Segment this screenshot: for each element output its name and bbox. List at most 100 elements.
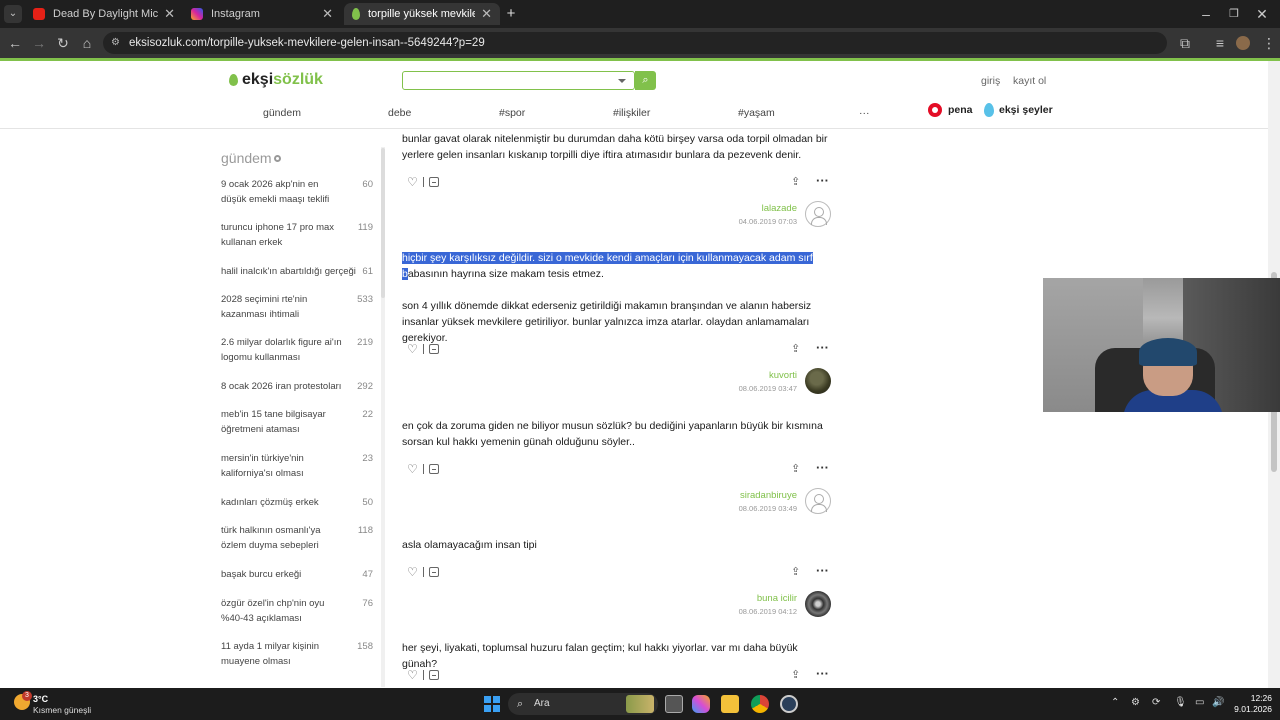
task-view-icon[interactable]	[665, 695, 683, 713]
sidebar-scroll-thumb[interactable]	[381, 148, 385, 298]
sidebar-item[interactable]: başak burcu erkeği 47	[221, 567, 381, 582]
sidebar-item[interactable]: kadınları çözmüş erkek 50	[221, 495, 381, 510]
entry-author[interactable]: lalazade	[707, 203, 797, 214]
media-control-icon[interactable]: ≡	[1211, 34, 1229, 52]
menu-icon[interactable]: ⋮	[1260, 34, 1278, 52]
taskbar-clock[interactable]: 12:26 9.01.2026	[1222, 693, 1272, 715]
search-button[interactable]: ⌕	[635, 71, 656, 90]
favorite-heart-icon[interactable]: ♡	[407, 343, 419, 355]
forward-icon[interactable]: →	[30, 34, 48, 52]
sidebar-item[interactable]: 11 ayda 1 milyar kişinin muayene olması 1…	[221, 639, 381, 669]
profile-avatar-icon[interactable]	[1236, 36, 1250, 50]
favorite-heart-icon[interactable]: ♡	[407, 176, 419, 188]
tray-sync-icon[interactable]: ⟳	[1152, 697, 1160, 708]
downvote-icon[interactable]	[429, 670, 439, 680]
downvote-icon[interactable]	[429, 344, 439, 354]
entry-date[interactable]: 08.06.2019 03:49	[707, 504, 797, 513]
pena-link[interactable]: pena	[928, 103, 973, 117]
sidebar-item-count: 50	[362, 497, 373, 508]
nav-spor[interactable]: #spor	[499, 107, 525, 119]
tray-app-icon[interactable]: ⚙	[1131, 697, 1140, 708]
share-icon[interactable]: ⇪	[791, 462, 800, 475]
tab-instagram[interactable]: Instagram ✕	[183, 3, 341, 25]
weather-desc[interactable]: Kısmen güneşli	[33, 705, 91, 715]
microphone-icon[interactable]: 🎙	[1174, 697, 1187, 708]
entry-author[interactable]: siradanbiruye	[707, 490, 797, 501]
nav-more[interactable]: ···	[859, 107, 870, 119]
weather-temp[interactable]: 3°C	[33, 694, 48, 704]
entry-author[interactable]: kuvorti	[707, 370, 797, 381]
sidebar-item[interactable]: 2.6 milyar dolarlık figure ai'ın logomu …	[221, 335, 381, 365]
close-tab-icon[interactable]: ✕	[481, 6, 492, 22]
sidebar-item[interactable]: türk halkının osmanlı'ya özlem duyma seb…	[221, 523, 381, 553]
copilot-icon[interactable]	[692, 695, 710, 713]
minimize-icon[interactable]: –	[1197, 5, 1215, 23]
sidebar-item[interactable]: meb'in 15 tane bilgisayar öğretmeni atam…	[221, 407, 381, 437]
windows-start-icon[interactable]	[484, 696, 500, 712]
share-icon[interactable]: ⇪	[791, 175, 800, 188]
downvote-icon[interactable]	[429, 464, 439, 474]
author-avatar[interactable]	[805, 591, 831, 617]
close-window-icon[interactable]: ✕	[1253, 5, 1271, 23]
tray-overflow-icon[interactable]: ⌃	[1111, 697, 1119, 708]
search-dropdown-icon[interactable]	[618, 79, 626, 83]
search-input[interactable]	[402, 71, 635, 90]
more-options-icon[interactable]: ···	[816, 666, 829, 681]
gear-icon[interactable]	[274, 155, 281, 162]
back-icon[interactable]: ←	[6, 34, 24, 52]
sidebar-item[interactable]: halil inalcık'ın abartıldığı gerçeği 61	[221, 264, 381, 279]
register-link[interactable]: kayıt ol	[1013, 75, 1046, 87]
steam-icon[interactable]	[780, 695, 798, 713]
reload-icon[interactable]: ↻	[54, 34, 72, 52]
file-explorer-icon[interactable]	[721, 695, 739, 713]
chrome-icon[interactable]	[751, 695, 769, 713]
site-info-icon[interactable]: ⚙	[111, 32, 120, 54]
favorite-heart-icon[interactable]: ♡	[407, 463, 419, 475]
eksi-seyler-link[interactable]: ekşi şeyler	[984, 103, 1053, 117]
home-icon[interactable]: ⌂	[78, 34, 96, 52]
entry-date[interactable]: 08.06.2019 04:12	[707, 607, 797, 616]
author-avatar[interactable]	[805, 368, 831, 394]
more-options-icon[interactable]: ···	[816, 563, 829, 578]
new-tab-button[interactable]: +	[502, 5, 520, 23]
webcam-beanie	[1139, 338, 1197, 366]
more-options-icon[interactable]: ···	[816, 173, 829, 188]
address-bar[interactable]: ⚙ eksisozluk.com/torpille-yuksek-mevkile…	[103, 32, 1167, 54]
widgets-icon[interactable]	[626, 695, 654, 713]
nav-debe[interactable]: debe	[388, 107, 411, 119]
sidebar-item[interactable]: 9 ocak 2026 akp'nin en düşük emekli maaş…	[221, 177, 381, 207]
sidebar-item[interactable]: turuncu iphone 17 pro max kullanan erkek…	[221, 220, 381, 250]
favorite-heart-icon[interactable]: ♡	[407, 566, 419, 578]
display-icon[interactable]: ▭	[1195, 697, 1204, 708]
nav-yasam[interactable]: #yaşam	[738, 107, 775, 119]
downvote-icon[interactable]	[429, 567, 439, 577]
sidebar-item[interactable]: özgür özel'in chp'nin oyu %40-43 açıklam…	[221, 596, 381, 626]
close-tab-icon[interactable]: ✕	[322, 6, 333, 22]
restore-icon[interactable]: ❐	[1225, 5, 1243, 23]
tab-dbd[interactable]: Dead By Daylight Michael Myers ✕	[25, 3, 183, 25]
more-options-icon[interactable]: ···	[816, 340, 829, 355]
extensions-icon[interactable]: ⧉	[1176, 34, 1194, 52]
author-avatar[interactable]	[805, 201, 831, 227]
close-tab-icon[interactable]: ✕	[164, 6, 175, 22]
sidebar-item[interactable]: 2028 seçimini rte'nin kazanması ihtimali…	[221, 292, 381, 322]
tab-search-icon[interactable]: ⌄	[4, 5, 22, 23]
sidebar-item[interactable]: 8 ocak 2026 iran protestoları 292	[221, 379, 381, 394]
more-options-icon[interactable]: ···	[816, 460, 829, 475]
favorite-heart-icon[interactable]: ♡	[407, 669, 419, 681]
nav-iliskiler[interactable]: #ilişkiler	[613, 107, 650, 119]
nav-gundem[interactable]: gündem	[263, 107, 301, 119]
sidebar-item[interactable]: mersin'in türkiye'nin kaliforniya'sı olm…	[221, 451, 381, 481]
share-icon[interactable]: ⇪	[791, 342, 800, 355]
site-logo[interactable]: ekşi sözlük	[229, 71, 323, 89]
entry-author[interactable]: buna icilir	[707, 593, 797, 604]
tab-eksisozluk[interactable]: torpille yüksek mevkilere gelen ✕	[344, 3, 500, 25]
downvote-icon[interactable]	[429, 177, 439, 187]
login-link[interactable]: giriş	[981, 75, 1000, 87]
author-avatar[interactable]	[805, 488, 831, 514]
entry-date[interactable]: 04.06.2019 07:03	[707, 217, 797, 226]
weather-badge: 3	[22, 691, 32, 701]
share-icon[interactable]: ⇪	[791, 668, 800, 681]
entry-date[interactable]: 08.06.2019 03:47	[707, 384, 797, 393]
share-icon[interactable]: ⇪	[791, 565, 800, 578]
